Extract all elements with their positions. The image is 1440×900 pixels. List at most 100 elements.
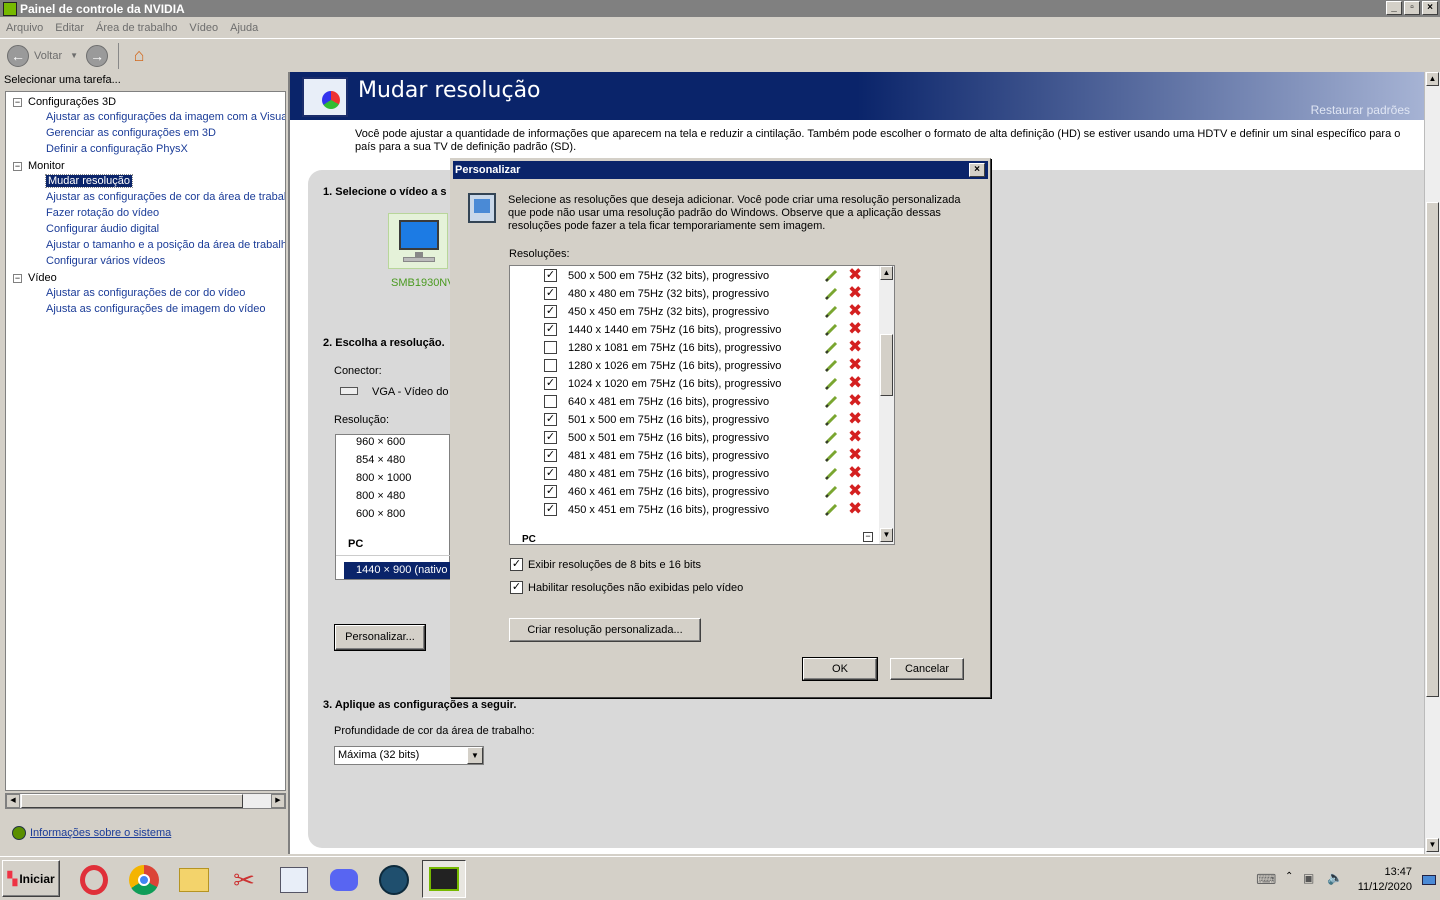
- tree-item-multiple-displays[interactable]: Configurar vários vídeos: [46, 255, 165, 267]
- scroll-right-icon[interactable]: ▶: [271, 794, 285, 808]
- resolution-list[interactable]: 960 × 600 854 × 480 800 × 1000 800 × 480…: [335, 434, 451, 580]
- create-custom-resolution-button[interactable]: Criar resolução personalizada...: [509, 618, 701, 642]
- back-history-dropdown-icon[interactable]: ▼: [70, 51, 78, 60]
- network-icon[interactable]: ▣: [1303, 871, 1314, 885]
- paint-icon[interactable]: [276, 862, 312, 898]
- tree-item-physx[interactable]: Definir a configuração PhysX: [46, 143, 188, 155]
- delete-x-icon[interactable]: ✖: [848, 428, 862, 445]
- dialog-close-button[interactable]: ×: [969, 163, 985, 177]
- delete-x-icon[interactable]: ✖: [848, 482, 862, 499]
- tree-group-monitor[interactable]: Monitor: [28, 160, 65, 172]
- delete-x-icon[interactable]: ✖: [848, 338, 862, 355]
- edit-pencil-icon[interactable]: [824, 305, 838, 319]
- edit-pencil-icon[interactable]: [824, 287, 838, 301]
- resolution-item-selected[interactable]: 1440 × 900 (nativo: [344, 562, 450, 579]
- checkbox-8-16-bits[interactable]: ✓: [510, 558, 523, 571]
- chevron-down-icon[interactable]: ▼: [467, 747, 483, 764]
- tree-item-rotate[interactable]: Fazer rotação do vídeo: [46, 207, 159, 219]
- back-label[interactable]: Voltar: [34, 50, 62, 62]
- menu-area-de-trabalho[interactable]: Área de trabalho: [90, 22, 183, 34]
- checkbox-unsupported[interactable]: ✓: [510, 581, 523, 594]
- scroll-down-icon[interactable]: ▼: [1426, 838, 1439, 852]
- option-8-16-bits[interactable]: ✓ Exibir resoluções de 8 bits e 16 bits: [510, 558, 701, 571]
- edit-pencil-icon[interactable]: [824, 467, 838, 481]
- resolution-row[interactable]: ✓ 481 x 481 em 75Hz (16 bits), progressiv…: [510, 446, 878, 465]
- collapse-pc-icon[interactable]: −: [863, 532, 873, 542]
- delete-x-icon[interactable]: ✖: [848, 284, 862, 301]
- start-button[interactable]: ▚ Iniciar: [2, 860, 60, 897]
- menu-arquivo[interactable]: Arquivo: [0, 22, 49, 34]
- list-scrollbar[interactable]: ▲ ▼: [879, 266, 894, 544]
- menu-ajuda[interactable]: Ajuda: [224, 22, 264, 34]
- resolution-item[interactable]: 800 × 480: [356, 490, 405, 502]
- forward-arrow-icon[interactable]: →: [86, 44, 109, 67]
- resolution-checkbox[interactable]: ✓: [544, 323, 557, 336]
- resolution-checkbox[interactable]: [544, 395, 557, 408]
- cancel-button[interactable]: Cancelar: [890, 658, 964, 680]
- resolution-checkbox[interactable]: ✓: [544, 413, 557, 426]
- resolution-row[interactable]: ✓ 450 x 451 em 75Hz (16 bits), progressiv…: [510, 500, 878, 519]
- tree-item-image-settings[interactable]: Ajustar as configurações da imagem com a…: [46, 111, 285, 123]
- tray-expand-icon[interactable]: ⌃: [1285, 871, 1293, 882]
- delete-x-icon[interactable]: ✖: [848, 464, 862, 481]
- resolution-row[interactable]: 1280 x 1026 em 75Hz (16 bits), progressi…: [510, 356, 878, 375]
- maximize-button[interactable]: ▫: [1404, 1, 1420, 15]
- clock[interactable]: 13:47 11/12/2020: [1358, 865, 1412, 895]
- delete-x-icon[interactable]: ✖: [848, 320, 862, 337]
- volume-icon[interactable]: 🔈: [1327, 870, 1343, 886]
- resolution-checkbox[interactable]: [544, 341, 557, 354]
- resolution-checkbox[interactable]: ✓: [544, 377, 557, 390]
- tree-item-video-color[interactable]: Ajustar as configurações de cor do vídeo: [46, 287, 245, 299]
- resolution-checkbox[interactable]: ✓: [544, 431, 557, 444]
- nvidia-taskbar-icon[interactable]: [422, 860, 466, 898]
- resolution-checkbox[interactable]: [544, 359, 557, 372]
- edit-pencil-icon[interactable]: [824, 395, 838, 409]
- opera-icon[interactable]: [76, 862, 112, 898]
- discord-icon[interactable]: [326, 862, 362, 898]
- delete-x-icon[interactable]: ✖: [848, 446, 862, 463]
- edit-pencil-icon[interactable]: [824, 431, 838, 445]
- show-desktop-icon[interactable]: [1422, 875, 1436, 885]
- resolution-row[interactable]: ✓ 1024 x 1020 em 75Hz (16 bits), progress…: [510, 374, 878, 393]
- resolution-checkbox[interactable]: ✓: [544, 287, 557, 300]
- resolution-row[interactable]: 1280 x 1081 em 75Hz (16 bits), progressi…: [510, 338, 878, 357]
- delete-x-icon[interactable]: ✖: [848, 500, 862, 517]
- edit-pencil-icon[interactable]: [824, 449, 838, 463]
- edit-pencil-icon[interactable]: [824, 485, 838, 499]
- resolution-item[interactable]: 960 × 600: [356, 436, 405, 448]
- tree-group-video[interactable]: Vídeo: [28, 272, 57, 284]
- file-explorer-icon[interactable]: [176, 862, 212, 898]
- tree-item-video-image[interactable]: Ajusta as configurações de imagem do víd…: [46, 303, 266, 315]
- keyboard-icon[interactable]: ⌨: [1256, 871, 1276, 888]
- scroll-up-icon[interactable]: ▲: [880, 266, 893, 280]
- color-depth-select[interactable]: Máxima (32 bits) ▼: [334, 746, 484, 765]
- resolution-row[interactable]: ✓ 500 x 501 em 75Hz (16 bits), progressiv…: [510, 428, 878, 447]
- system-info-link[interactable]: Informações sobre o sistema: [30, 827, 171, 839]
- scroll-thumb[interactable]: [21, 794, 243, 808]
- collapse-monitor-icon[interactable]: −: [13, 162, 22, 171]
- menu-editar[interactable]: Editar: [49, 22, 90, 34]
- edit-pencil-icon[interactable]: [824, 341, 838, 355]
- edit-pencil-icon[interactable]: [824, 269, 838, 283]
- edit-pencil-icon[interactable]: [824, 377, 838, 391]
- main-vertical-scrollbar[interactable]: ▲ ▼: [1424, 72, 1440, 854]
- edit-pencil-icon[interactable]: [824, 413, 838, 427]
- tree-horizontal-scrollbar[interactable]: ◀ ▶: [5, 793, 286, 809]
- menu-video[interactable]: Vídeo: [183, 22, 224, 34]
- tree-item-change-resolution[interactable]: Mudar resolução: [45, 174, 133, 188]
- resolution-row[interactable]: ✓ 1440 x 1440 em 75Hz (16 bits), progress…: [510, 320, 878, 339]
- chrome-icon[interactable]: [126, 862, 162, 898]
- scroll-up-icon[interactable]: ▲: [1426, 72, 1439, 86]
- edit-pencil-icon[interactable]: [824, 359, 838, 373]
- resolution-row[interactable]: ✓ 460 x 461 em 75Hz (16 bits), progressiv…: [510, 482, 878, 501]
- resolution-item[interactable]: 800 × 1000: [356, 472, 411, 484]
- resolution-checkbox[interactable]: ✓: [544, 467, 557, 480]
- back-arrow-icon[interactable]: ←: [7, 44, 29, 67]
- snipping-tool-icon[interactable]: ✂: [226, 862, 262, 898]
- resolution-item[interactable]: 854 × 480: [356, 454, 405, 466]
- resolution-row[interactable]: ✓ 501 x 500 em 75Hz (16 bits), progressiv…: [510, 410, 878, 429]
- option-unsupported[interactable]: ✓ Habilitar resoluções não exibidas pelo…: [510, 581, 743, 594]
- restore-defaults-link[interactable]: Restaurar padrões: [1311, 103, 1410, 117]
- delete-x-icon[interactable]: ✖: [848, 374, 862, 391]
- display-monitor-icon[interactable]: [388, 213, 448, 269]
